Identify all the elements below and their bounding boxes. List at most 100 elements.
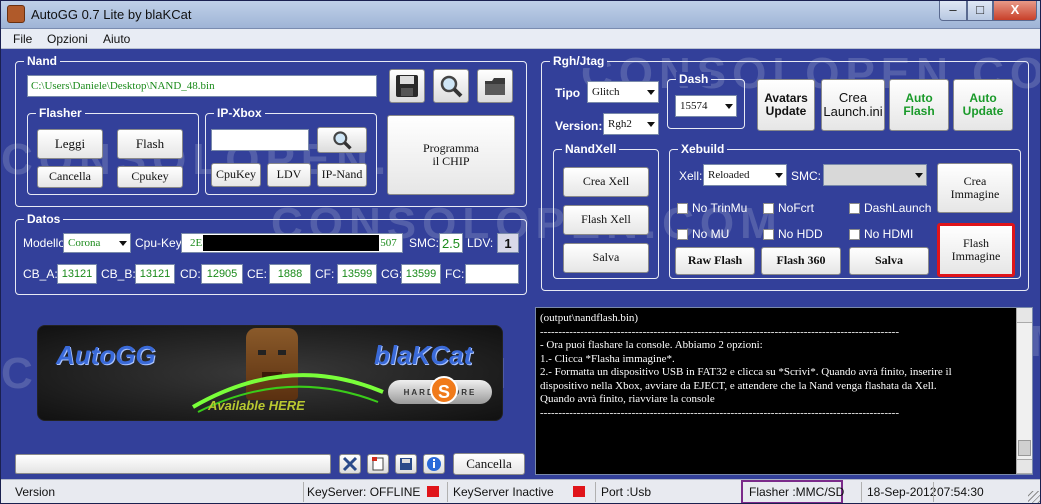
version-select[interactable]: Rgh2 <box>603 113 659 135</box>
cpukey-redaction <box>203 235 380 251</box>
app-icon <box>7 5 25 23</box>
tipo-value: Glitch <box>592 86 620 98</box>
tipo-select[interactable]: Glitch <box>587 81 659 103</box>
model-label: Modello: <box>23 236 69 250</box>
checkbox-box <box>677 228 688 240</box>
search-nand-button[interactable] <box>433 69 469 103</box>
chevron-down-icon <box>647 90 655 95</box>
cpukey-field[interactable]: 2E 507 <box>181 233 403 253</box>
close-button[interactable]: X <box>993 1 1037 21</box>
keyserver-inactive-indicator <box>573 486 585 497</box>
maximize-button[interactable]: □ <box>967 1 993 21</box>
cpukey-button[interactable]: Cpukey <box>117 166 183 188</box>
autogg-banner[interactable]: AutoGG blaKCat Available HERE HARD STORE… <box>37 325 503 421</box>
output-log[interactable]: (output\nandflash.bin) -----------------… <box>535 307 1033 475</box>
cancel-button[interactable]: Cancella <box>453 453 525 475</box>
cd-value: 12905 <box>201 264 243 284</box>
avatars-update-button[interactable]: Avatars Update <box>757 79 815 131</box>
nand-path-field[interactable]: C:\Users\Daniele\Desktop\NAND_48.bin <box>27 75 377 97</box>
info-icon <box>427 457 441 471</box>
log-line: 2.- Formatta un dispositivo USB in FAT32… <box>540 366 952 378</box>
checkbox-box <box>849 202 860 214</box>
smc-value: 2.5 <box>439 233 463 253</box>
dash-value: 15574 <box>680 100 708 112</box>
info-button[interactable] <box>423 454 445 474</box>
app-window: AutoGG 0.7 Lite by blaKCat – □ X File Op… <box>0 0 1041 504</box>
scroll-up-icon[interactable] <box>1017 308 1032 323</box>
status-bar: Version KeyServer: OFFLINE KeyServer Ina… <box>1 479 1040 503</box>
banner-autogg-text: AutoGG <box>56 340 156 370</box>
tools-button[interactable] <box>339 454 361 474</box>
log-scrollbar[interactable] <box>1016 308 1032 474</box>
log-line: 1.- Clicca *Flasha immagine*. <box>540 352 675 365</box>
xell-select[interactable]: Reloaded <box>703 164 787 186</box>
save-log-button[interactable] <box>395 454 417 474</box>
raw-flash-button[interactable]: Raw Flash <box>675 247 755 275</box>
scan-ip-button[interactable] <box>317 127 367 153</box>
folder-icon <box>485 78 505 95</box>
flash-immagine-button[interactable]: Flash Immagine <box>937 223 1015 277</box>
crea-xell-button[interactable]: Crea Xell <box>563 167 649 197</box>
cb-a-label: CB_A: <box>23 267 58 281</box>
flash-360-button[interactable]: Flash 360 <box>761 247 841 275</box>
nand-group-label: Nand <box>24 54 60 68</box>
chevron-down-icon <box>725 104 733 109</box>
window-title: AutoGG 0.7 Lite by blaKCat <box>31 7 192 22</box>
resize-grip-icon[interactable] <box>1028 491 1040 503</box>
model-select[interactable]: Corona <box>63 233 131 253</box>
ldv-button[interactable]: LDV <box>267 163 311 187</box>
auto-flash-button[interactable]: Auto Flash <box>889 79 949 131</box>
cb-a-value: 13121 <box>57 264 97 284</box>
magnifier-icon <box>440 75 463 98</box>
auto-update-button[interactable]: Auto Update <box>953 79 1013 131</box>
datos-group-label: Datos <box>24 212 64 226</box>
dash-select[interactable]: 15574 <box>675 95 737 117</box>
program-chip-button[interactable]: Programma il CHIP <box>387 115 515 195</box>
save-nand-button[interactable] <box>389 69 425 103</box>
crea-immagine-button[interactable]: Crea Immagine <box>937 163 1013 213</box>
no-trinmu-checkbox[interactable]: No TrinMu <box>677 201 747 215</box>
minimize-button[interactable]: – <box>939 1 967 21</box>
scroll-thumb[interactable] <box>1018 440 1031 456</box>
crea-launch-button[interactable]: Crea Launch.ini <box>821 79 885 131</box>
read-button[interactable]: Leggi <box>37 129 103 159</box>
menu-options[interactable]: Opzioni <box>47 32 88 46</box>
floppy-icon <box>396 75 418 97</box>
model-value: Corona <box>68 237 101 249</box>
status-port: Port :Usb <box>601 485 652 499</box>
no-hdmi-checkbox[interactable]: No HDMI <box>849 227 913 241</box>
status-time: 07:54:30 <box>937 485 984 499</box>
dashlaunch-checkbox[interactable]: DashLaunch <box>849 201 931 215</box>
keyserver-status-indicator <box>427 486 439 497</box>
flash-xell-button[interactable]: Flash Xell <box>563 205 649 235</box>
ip-address-field[interactable] <box>211 129 309 151</box>
smc-label: SMC: <box>409 236 439 250</box>
log-line: ----------------------------------------… <box>540 325 899 338</box>
salva-xell-button[interactable]: Salva <box>563 243 649 273</box>
scroll-down-icon[interactable] <box>1017 459 1032 474</box>
document-icon <box>372 457 384 471</box>
xebuild-smc-select[interactable] <box>823 164 927 186</box>
menu-file[interactable]: File <box>13 32 32 46</box>
checkbox-label: No HDMI <box>864 227 914 241</box>
no-mu-checkbox[interactable]: No MU <box>677 227 729 241</box>
open-folder-button[interactable] <box>477 69 513 103</box>
chevron-down-icon <box>119 241 127 246</box>
cf-value: 13599 <box>337 264 377 284</box>
salva-xebuild-button[interactable]: Salva <box>849 247 929 275</box>
chevron-down-icon <box>775 173 783 178</box>
new-document-button[interactable] <box>367 454 389 474</box>
cf-label: CF: <box>315 267 335 281</box>
ip-cpukey-button[interactable]: CpuKey <box>211 163 261 187</box>
log-line: - Ora puoi flashare la console. Abbiamo … <box>540 339 763 351</box>
ipxbox-group-label: IP-Xbox <box>214 106 265 120</box>
no-hdd-checkbox[interactable]: No HDD <box>763 227 823 241</box>
fc-value <box>465 264 519 284</box>
ip-nand-button[interactable]: IP-Nand <box>317 163 367 187</box>
no-fcrt-checkbox[interactable]: NoFcrt <box>763 201 814 215</box>
checkbox-box <box>763 202 774 214</box>
erase-button[interactable]: Cancella <box>37 166 103 188</box>
fc-label: FC: <box>445 267 465 281</box>
menu-help[interactable]: Aiuto <box>103 32 130 46</box>
flash-button[interactable]: Flash <box>117 129 183 159</box>
